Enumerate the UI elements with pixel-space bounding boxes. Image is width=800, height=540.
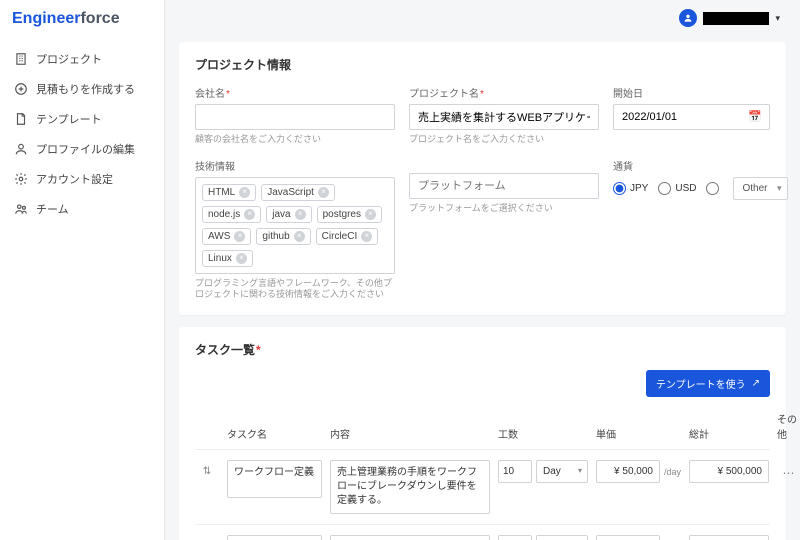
sidebar-item-1[interactable]: 見積もりを作成する [0, 74, 164, 104]
topbar: ——— ▾ [165, 0, 800, 36]
drag-handle-icon[interactable]: ⇅ [195, 460, 219, 477]
currency-radio-USD[interactable]: USD [658, 182, 696, 195]
tech-tag: CircleCI× [316, 228, 379, 245]
platform-input[interactable] [409, 173, 599, 199]
total-value: ¥ 500,000 [689, 535, 769, 540]
tag-remove-icon[interactable]: × [294, 231, 305, 242]
tag-remove-icon[interactable]: × [295, 209, 306, 220]
tag-remove-icon[interactable]: × [239, 187, 250, 198]
platform-hint: プラットフォームをご選択ください [409, 203, 599, 215]
tech-label: 技術情報 [195, 158, 395, 173]
avatar-icon[interactable] [679, 9, 697, 27]
company-hint: 顧客の会社名をご入力ください [195, 134, 395, 146]
start-date-label: 開始日 [613, 85, 770, 100]
use-template-button[interactable]: テンプレートを使う ↗ [646, 370, 770, 397]
project-name-label: プロジェクト名 [409, 85, 599, 100]
task-desc-input[interactable]: ワークフローの利用パターンをユースケースにまとめる。 [330, 535, 490, 540]
effort-number-input[interactable]: 10 [498, 460, 532, 483]
file-icon [14, 112, 28, 126]
tech-tag: HTML× [202, 184, 256, 201]
effort-unit-select[interactable]: Day [536, 460, 588, 483]
tech-tag: node.js× [202, 206, 261, 223]
tech-tag: AWS× [202, 228, 251, 245]
sidebar-item-label: プロジェクト [36, 51, 102, 67]
effort-unit-select[interactable]: Day [536, 535, 588, 540]
sidebar-item-label: プロファイルの編集 [36, 141, 135, 157]
company-input[interactable] [195, 104, 395, 130]
tag-remove-icon[interactable]: × [318, 187, 329, 198]
tech-tag: postgres× [317, 206, 382, 223]
tag-remove-icon[interactable]: × [365, 209, 376, 220]
task-table-header: タスク名 内容 工数 単価 総計 その他 [195, 407, 770, 449]
calendar-icon[interactable]: 📅 [748, 110, 762, 123]
row-menu-icon[interactable]: ⋯ [777, 535, 800, 540]
currency-radio-JPY[interactable]: JPY [613, 182, 648, 195]
task-list-card: タスク一覧 テンプレートを使う ↗ タスク名 内容 工数 単価 総計 その他 ⇅… [179, 327, 786, 540]
start-date-input[interactable] [613, 104, 770, 130]
building-icon [14, 52, 28, 66]
tech-tag: JavaScript× [261, 184, 335, 201]
company-label: 会社名 [195, 85, 395, 100]
currency-other-select[interactable]: Other [733, 177, 788, 200]
sidebar-nav: プロジェクト見積もりを作成するテンプレートプロファイルの編集アカウント設定チーム [0, 38, 164, 230]
task-name-input[interactable]: ユースケース定義 [227, 535, 322, 540]
logo: Engineerforce [0, 0, 164, 38]
team-icon [14, 202, 28, 216]
task-list-title: タスク一覧 [195, 341, 770, 358]
project-name-hint: プロジェクト名をご入力ください [409, 134, 599, 146]
rate-input[interactable]: ¥ 50,000 [596, 460, 660, 483]
project-info-card: プロジェクト情報 会社名 顧客の会社名をご入力ください プロジェクト名 プロジェ… [179, 42, 786, 315]
sidebar-item-5[interactable]: チーム [0, 194, 164, 224]
project-info-title: プロジェクト情報 [195, 56, 770, 73]
sidebar-item-label: テンプレート [36, 111, 102, 127]
sidebar-item-3[interactable]: プロファイルの編集 [0, 134, 164, 164]
rate-per-label: /day [664, 467, 681, 477]
tech-tag: Linux× [202, 250, 253, 267]
plus-circle-icon [14, 82, 28, 96]
tag-remove-icon[interactable]: × [236, 253, 247, 264]
user-icon [14, 142, 28, 156]
sidebar-item-2[interactable]: テンプレート [0, 104, 164, 134]
tech-tag: github× [256, 228, 310, 245]
sidebar-item-4[interactable]: アカウント設定 [0, 164, 164, 194]
task-row: ⇅ ユースケース定義 ワークフローの利用パターンをユースケースにまとめる。 10 Day… [195, 524, 770, 540]
export-icon: ↗ [752, 378, 760, 389]
tag-remove-icon[interactable]: × [361, 231, 372, 242]
user-name[interactable]: ——— [703, 12, 769, 25]
drag-handle-icon[interactable]: ⇅ [195, 535, 219, 540]
gear-icon [14, 172, 28, 186]
currency-radio-blank[interactable] [706, 182, 723, 195]
effort-number-input[interactable]: 10 [498, 535, 532, 540]
sidebar-item-label: 見積もりを作成する [36, 81, 135, 97]
sidebar-item-label: チーム [36, 201, 69, 217]
user-menu-caret-icon[interactable]: ▾ [775, 13, 780, 24]
task-name-input[interactable]: ワークフロー定義 [227, 460, 322, 498]
project-name-input[interactable] [409, 104, 599, 130]
sidebar-item-0[interactable]: プロジェクト [0, 44, 164, 74]
task-row: ⇅ ワークフロー定義売上管理業務の手順をワークフローにブレークダウンし要件を定義す… [195, 449, 770, 524]
tech-hint: プログラミング言語やフレームワーク、その他プロジェクトに関わる技術情報をご入力く… [195, 278, 395, 301]
task-desc-input[interactable]: 売上管理業務の手順をワークフローにブレークダウンし要件を定義する。 [330, 460, 490, 514]
currency-label: 通貨 [613, 158, 788, 173]
total-value: ¥ 500,000 [689, 460, 769, 483]
tag-remove-icon[interactable]: × [244, 209, 255, 220]
tech-tagbox[interactable]: HTML× JavaScript×node.js× java× postgres× AW… [195, 177, 395, 274]
tech-tag: java× [266, 206, 311, 223]
row-menu-icon[interactable]: ⋯ [777, 460, 800, 480]
rate-input[interactable]: ¥ 50,000 [596, 535, 660, 540]
tag-remove-icon[interactable]: × [234, 231, 245, 242]
sidebar-item-label: アカウント設定 [36, 171, 113, 187]
